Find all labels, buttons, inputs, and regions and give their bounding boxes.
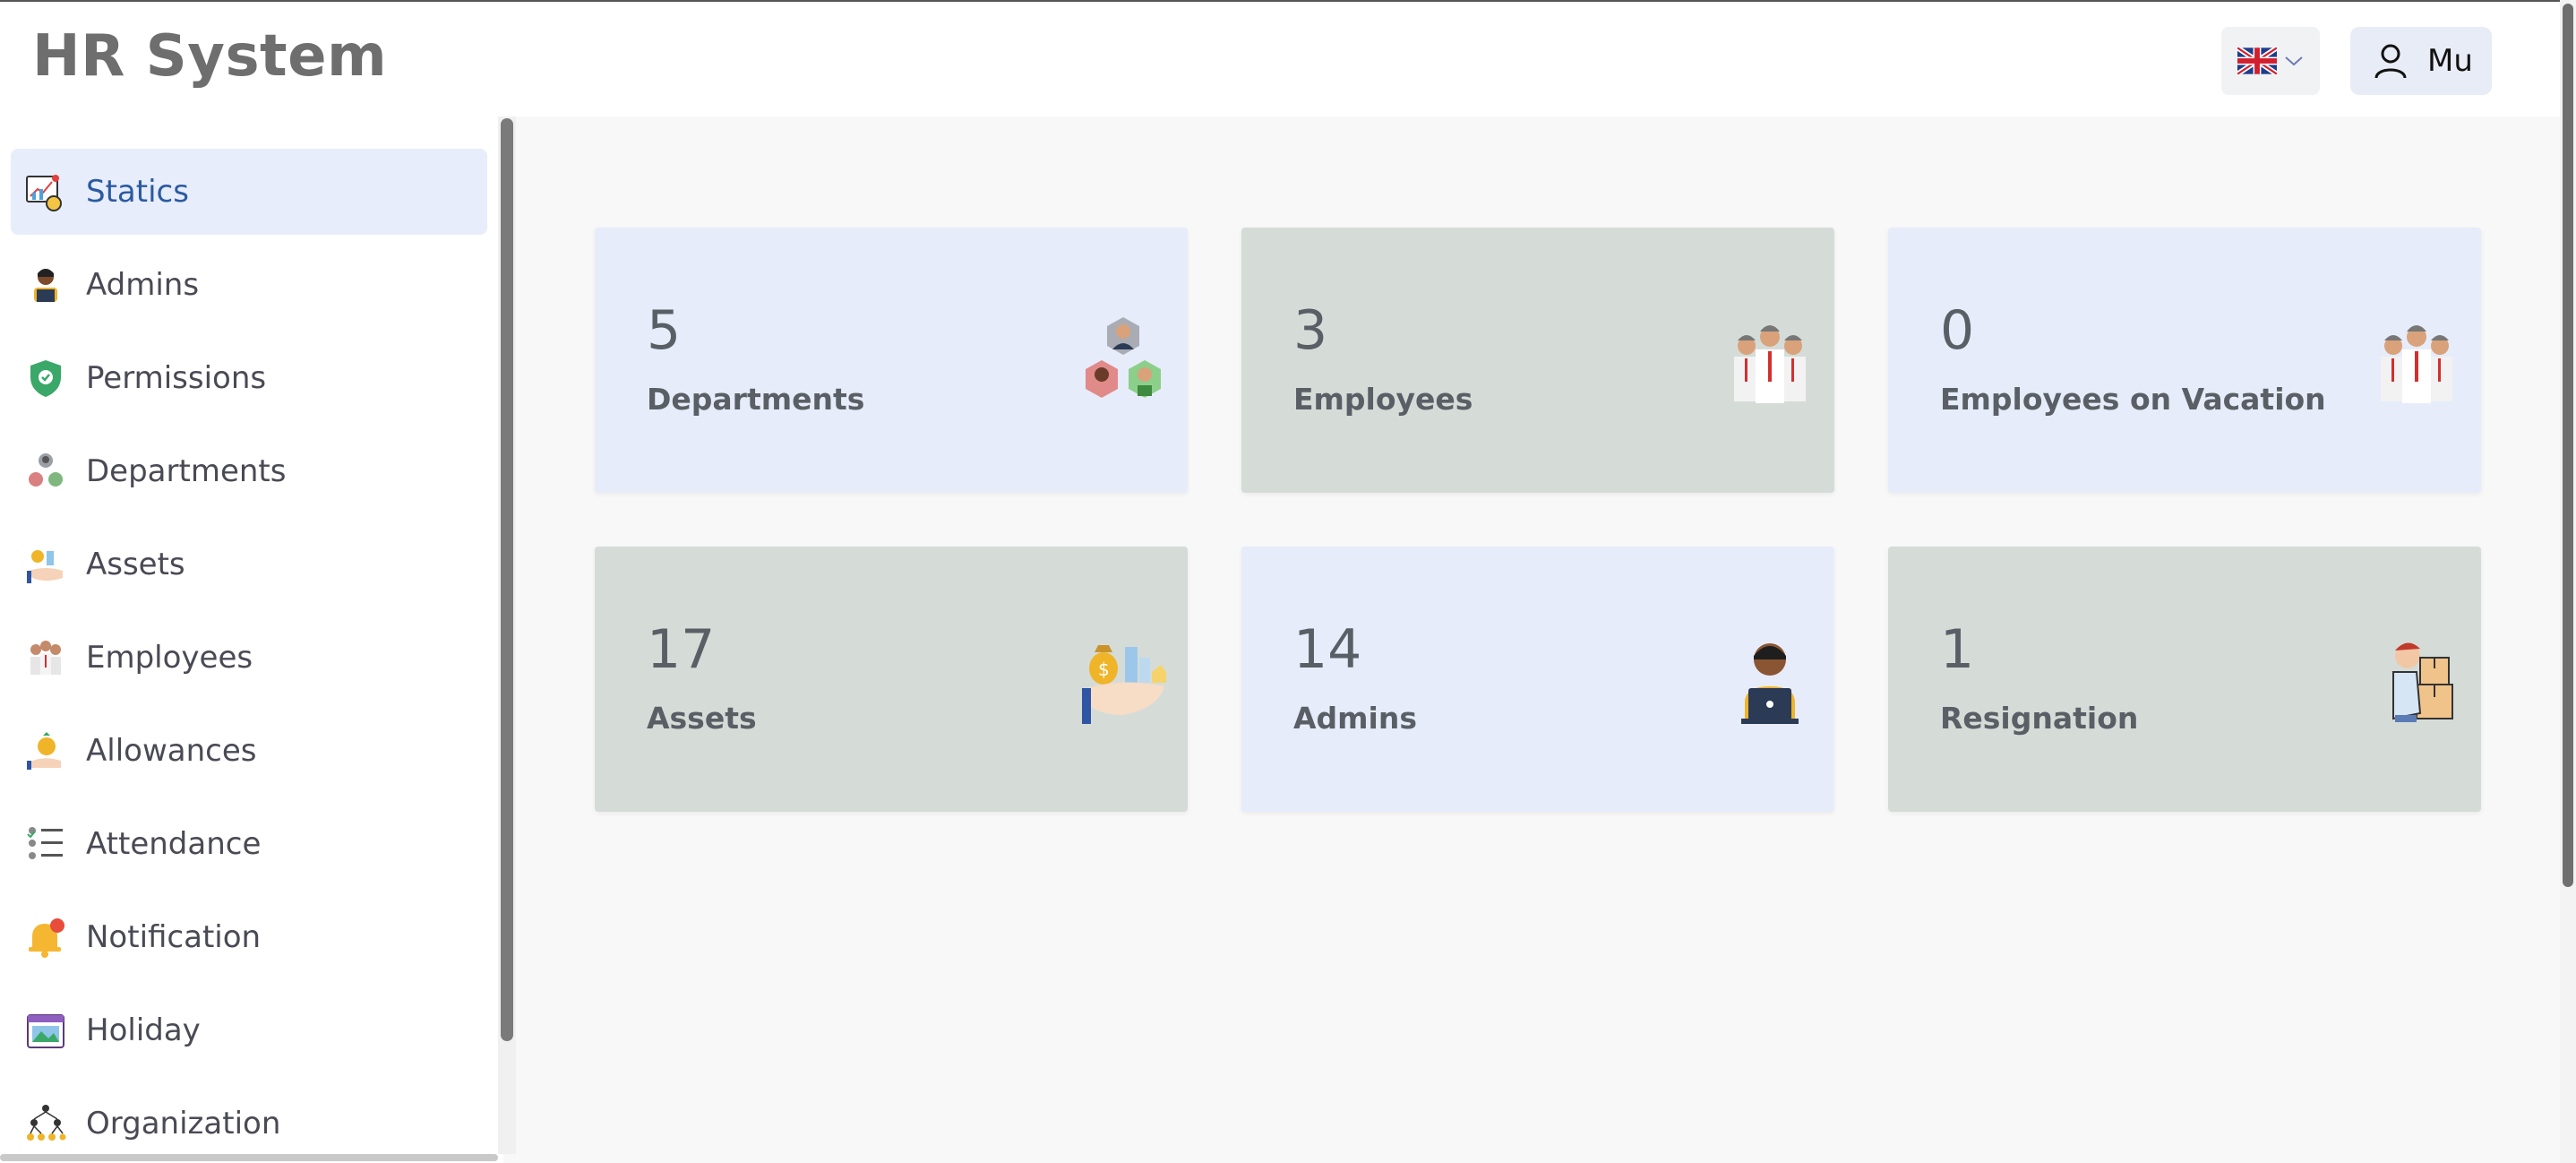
stat-card-employees[interactable]: 3 Employees <box>1241 228 1834 493</box>
stat-value: 17 <box>647 618 716 681</box>
app-title: HR System <box>32 23 388 90</box>
sidebar: Statics Admins Permissions Departments A… <box>0 116 503 1163</box>
page-scrollbar-thumb[interactable] <box>2563 4 2573 887</box>
stat-label: Employees <box>1293 382 1473 417</box>
stat-value: 3 <box>1293 299 1328 362</box>
sidebar-horizontal-scrollbar[interactable] <box>0 1154 498 1161</box>
language-selector[interactable] <box>2221 27 2320 95</box>
bell-icon <box>29 918 64 958</box>
svg-text:$: $ <box>1098 659 1110 680</box>
stat-value: 14 <box>1293 618 1362 681</box>
stat-value: 5 <box>647 299 682 362</box>
sidebar-item-allowances[interactable]: Allowances <box>11 708 487 794</box>
assets-icon: $ <box>1082 645 1166 724</box>
shield-icon <box>30 360 61 397</box>
sidebar-item-statics[interactable]: Statics <box>11 149 487 235</box>
stat-card-employees-on-vacation[interactable]: 0 Employees on Vacation <box>1888 228 2481 493</box>
admin-icon <box>1741 643 1799 724</box>
employees-icon <box>1734 325 1806 403</box>
sidebar-item-permissions[interactable]: Permissions <box>11 335 487 421</box>
sidebar-item-label: Statics <box>86 174 189 210</box>
user-name: Mu <box>2427 43 2473 79</box>
sidebar-item-organization[interactable]: Organization <box>11 1081 487 1163</box>
resignation-icon <box>2392 642 2453 722</box>
stat-label: Departments <box>647 382 865 417</box>
allowances-icon <box>27 732 61 770</box>
sidebar-item-assets[interactable]: Assets <box>11 521 487 607</box>
user-icon <box>2374 44 2407 79</box>
stat-label: Assets <box>647 701 757 736</box>
sidebar-item-departments[interactable]: Departments <box>11 428 487 514</box>
organization-icon <box>27 1105 66 1141</box>
sidebar-item-label: Departments <box>86 453 287 489</box>
sidebar-item-label: Organization <box>86 1106 281 1141</box>
page-scrollbar[interactable] <box>2560 0 2576 1163</box>
sidebar-item-employees[interactable]: Employees <box>11 615 487 701</box>
sidebar-item-label: Holiday <box>86 1012 201 1048</box>
stat-label: Employees on Vacation <box>1940 382 2326 417</box>
employees-icon <box>30 641 61 675</box>
stat-card-admins[interactable]: 14 Admins <box>1241 547 1834 812</box>
admin-icon <box>34 269 57 302</box>
sidebar-item-label: Admins <box>86 267 200 303</box>
stat-card-resignation[interactable]: 1 Resignation <box>1888 547 2481 812</box>
stat-value: 1 <box>1940 618 1975 681</box>
sidebar-item-label: Assets <box>86 547 185 582</box>
sidebar-item-notification[interactable]: Notification <box>11 894 487 980</box>
departments-icon <box>29 453 63 487</box>
sidebar-item-label: Employees <box>86 640 253 676</box>
sidebar-item-label: Notification <box>86 919 262 955</box>
stat-card-departments[interactable]: 5 Departments <box>595 228 1188 493</box>
uk-flag-icon <box>2237 47 2277 74</box>
sidebar-item-label: Attendance <box>86 826 262 862</box>
statistics-icon <box>26 175 62 211</box>
chevron-down-icon <box>2285 56 2303 66</box>
sidebar-item-label: Allowances <box>86 733 257 769</box>
stat-label: Admins <box>1293 701 1417 736</box>
dashboard-main: 5 Departments 3 Employees 0 Employees on… <box>516 116 2562 1163</box>
top-bar: HR System Mu <box>0 0 2576 116</box>
departments-icon <box>1086 317 1161 398</box>
calendar-icon <box>27 1014 64 1048</box>
sidebar-item-attendance[interactable]: Attendance <box>11 801 487 887</box>
assets-icon <box>27 550 63 583</box>
attendance-icon <box>27 827 63 859</box>
sidebar-item-admins[interactable]: Admins <box>11 242 487 328</box>
user-menu-button[interactable]: Mu <box>2350 27 2492 95</box>
stat-label: Resignation <box>1940 701 2139 736</box>
sidebar-item-holiday[interactable]: Holiday <box>11 987 487 1073</box>
stat-value: 0 <box>1940 299 1975 362</box>
sidebar-item-label: Permissions <box>86 360 267 396</box>
sidebar-scrollbar[interactable] <box>501 118 513 1041</box>
stat-card-assets[interactable]: 17 Assets $ <box>595 547 1188 812</box>
employees-icon <box>2381 325 2452 403</box>
